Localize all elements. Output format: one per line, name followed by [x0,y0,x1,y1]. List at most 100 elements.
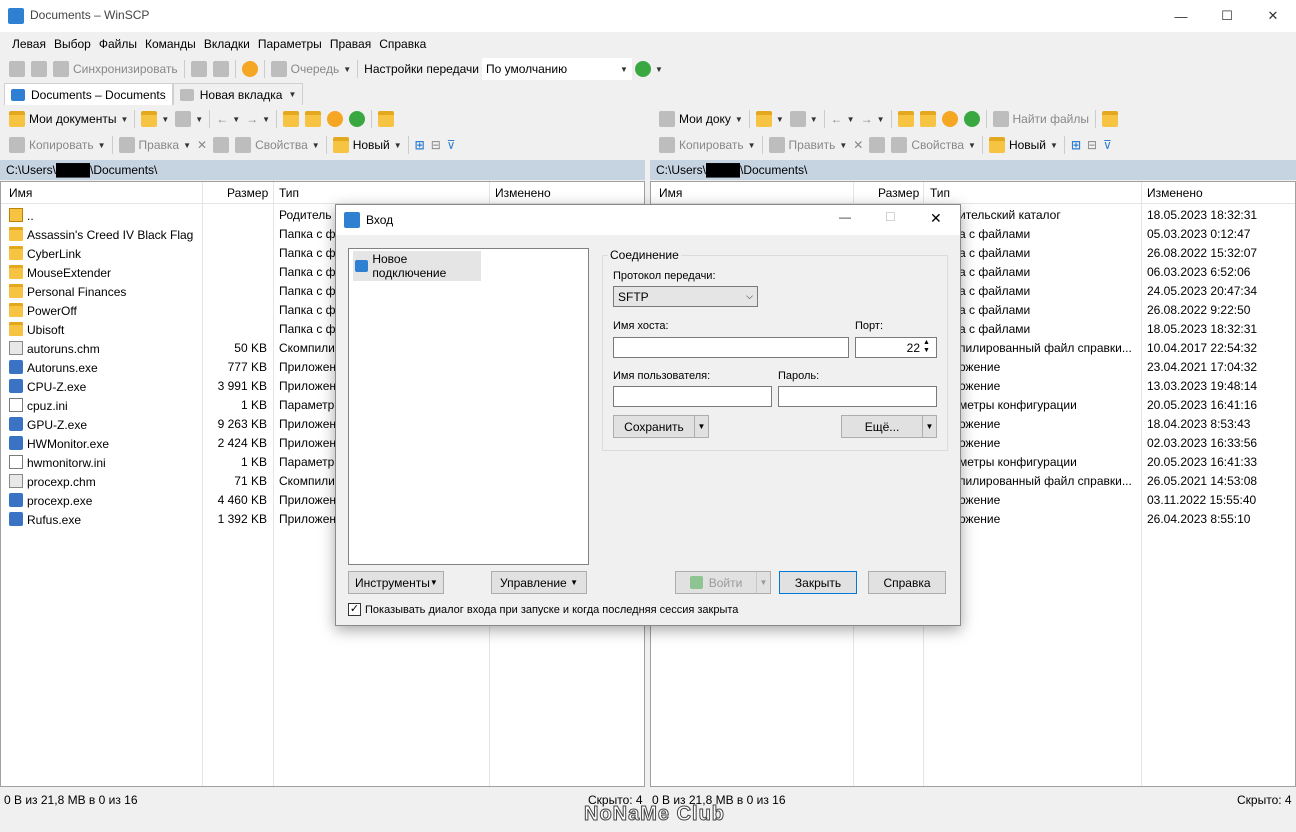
console-button[interactable] [188,58,210,80]
right-copy-button[interactable]: Копировать ▼ [656,134,759,156]
compare-dirs-button[interactable] [6,58,28,80]
left-home-button[interactable] [324,108,346,130]
menu-select[interactable]: Выбор [50,33,95,55]
tab-new[interactable]: Новая вкладка ▼ [172,83,304,105]
site-new-connection[interactable]: Новое подключение [353,251,481,281]
sync-browse-button[interactable] [28,58,50,80]
menu-left[interactable]: Левая [8,33,50,55]
right-properties-button[interactable]: Свойства ▼ [888,134,979,156]
right-root-dir-button[interactable] [917,108,939,130]
right-path-bar[interactable]: C:\Users\████\Documents\ [650,160,1296,180]
root-folder-icon [305,111,322,127]
password-input[interactable] [778,386,937,407]
left-forward-button[interactable]: → ▼ [243,108,273,130]
exe-icon [9,417,23,431]
right-filter-button[interactable]: ▼ [787,108,821,130]
maximize-button[interactable]: ☐ [1204,0,1250,32]
right-delete-button[interactable]: ✕ [850,134,866,156]
spinner-arrows-icon[interactable]: ▲ ▼ [923,339,930,355]
left-edit-button[interactable]: Правка ▼ [116,134,194,156]
left-root-dir-button[interactable] [302,108,324,130]
left-refresh-button[interactable] [346,108,368,130]
col-name[interactable]: Имя [9,186,32,200]
left-filter-button[interactable]: ▼ [172,108,206,130]
chevron-down-icon[interactable]: ▼ [694,416,708,437]
save-button[interactable]: Сохранить ▼ [613,415,709,438]
separator [209,110,211,128]
close-button[interactable]: Закрыть [779,571,857,594]
left-open-dir-button[interactable]: ▼ [138,108,172,130]
tools-button[interactable]: Инструменты ▼ [348,571,444,594]
dialog-maximize-button[interactable]: ☐ [885,210,896,224]
chevron-down-icon[interactable]: ▼ [756,572,770,593]
show-login-checkbox-row[interactable]: ✓ Показывать диалог входа при запуске и … [348,603,738,616]
right-open-dir-button[interactable]: ▼ [753,108,787,130]
more-button[interactable]: Ещё... ▼ [841,415,937,438]
tab-documents[interactable]: Documents – Documents [4,83,173,105]
minimize-button[interactable]: — [1158,0,1204,32]
left-properties-button[interactable]: Свойства ▼ [232,134,323,156]
right-parent-dir-button[interactable] [895,108,917,130]
dialog-close-button[interactable]: ✕ [930,210,942,227]
col-size[interactable]: Размер [878,186,919,200]
left-tree-button[interactable] [375,108,397,130]
login-button[interactable]: Войти ▼ [675,571,771,594]
left-delete-button[interactable]: ✕ [194,134,210,156]
help-button[interactable]: Справка [868,571,946,594]
folder-icon [9,303,23,317]
chevron-down-icon[interactable]: ▼ [922,416,936,437]
manage-button[interactable]: Управление ▼ [491,571,587,594]
right-home-button[interactable] [939,108,961,130]
synchronize-button[interactable]: Синхронизировать [50,58,181,80]
protocol-select[interactable]: SFTP ⌵ [613,286,758,307]
close-window-button[interactable]: ✕ [1250,0,1296,32]
right-rename-button[interactable] [866,134,888,156]
right-refresh-button[interactable] [961,108,983,130]
left-back-button[interactable]: ← ▼ [213,108,243,130]
queue-button[interactable]: Очередь ▼ [268,58,355,80]
putty-button[interactable] [210,58,232,80]
left-select-button[interactable]: ⊞ [412,134,428,156]
file-size: 3 991 KB [217,379,267,393]
col-type[interactable]: Тип [279,186,299,200]
left-copy-button[interactable]: Копировать ▼ [6,134,109,156]
right-find-button[interactable]: Найти файлы [990,108,1092,130]
left-path-bar[interactable]: C:\Users\████\Documents\ [0,160,645,180]
right-unselect-button[interactable]: ⊟ [1084,134,1100,156]
left-new-button[interactable]: Новый ▼ [330,134,405,156]
show-login-checkbox[interactable]: ✓ [348,603,361,616]
menu-help[interactable]: Справка [375,33,430,55]
menu-commands[interactable]: Команды [141,33,200,55]
col-changed[interactable]: Изменено [495,186,551,200]
right-forward-button[interactable]: → ▼ [858,108,888,130]
right-location-select[interactable]: Мои доку ▼ [656,108,746,130]
right-select-button[interactable]: ⊞ [1068,134,1084,156]
menu-tabs[interactable]: Вкладки [200,33,254,55]
host-input[interactable] [613,337,849,358]
menu-files[interactable]: Файлы [95,33,141,55]
file-modified: 02.03.2023 16:33:56 [1147,436,1258,450]
left-rename-button[interactable] [210,134,232,156]
col-size[interactable]: Размер [227,186,268,200]
menu-right[interactable]: Правая [326,33,375,55]
left-parent-dir-button[interactable] [280,108,302,130]
right-new-button[interactable]: Новый ▼ [986,134,1061,156]
menu-options[interactable]: Параметры [254,33,326,55]
preferences-button[interactable] [239,58,261,80]
col-name[interactable]: Имя [659,186,682,200]
username-input[interactable] [613,386,772,407]
col-type[interactable]: Тип [930,186,950,200]
dialog-minimize-button[interactable]: — [839,210,851,224]
left-unselect-button[interactable]: ⊟ [428,134,444,156]
site-tree[interactable]: Новое подключение [348,248,589,565]
right-filter-select-button[interactable]: ⊽ [1100,134,1115,156]
sessions-button[interactable]: ▼ [632,58,666,80]
right-edit-button[interactable]: Править ▼ [766,134,851,156]
col-changed[interactable]: Изменено [1147,186,1203,200]
left-location-select[interactable]: Мои документы ▼ [6,108,131,130]
right-back-button[interactable]: ← ▼ [828,108,858,130]
separator [263,60,265,78]
transfer-settings-select[interactable]: По умолчанию ▼ [481,58,632,80]
right-tree-button[interactable] [1099,108,1121,130]
left-filter-select-button[interactable]: ⊽ [444,134,459,156]
